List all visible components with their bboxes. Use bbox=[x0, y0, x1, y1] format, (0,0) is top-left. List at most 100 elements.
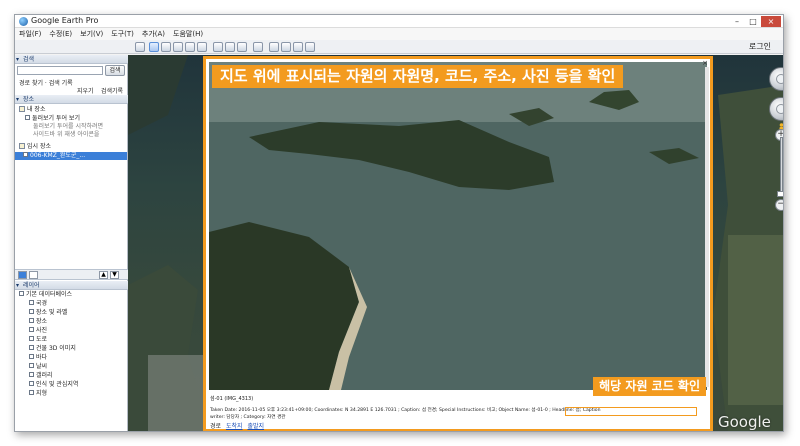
zoom-out-button[interactable]: − bbox=[775, 199, 783, 211]
checkbox[interactable] bbox=[29, 363, 34, 368]
layers-panel-header[interactable]: 레이어 bbox=[15, 281, 128, 290]
layer-item[interactable]: 사진 bbox=[29, 327, 47, 335]
search-input[interactable] bbox=[17, 66, 103, 75]
app-window: Google Earth Pro – □ × 파일(F) 수정(E) 보기(V)… bbox=[14, 14, 784, 432]
search-button[interactable]: 검색 bbox=[105, 65, 125, 76]
checkbox[interactable] bbox=[19, 291, 24, 296]
menu-file[interactable]: 파일(F) bbox=[15, 28, 45, 40]
checkbox[interactable] bbox=[29, 327, 34, 332]
photo-file-name: 섬-01 (IMG_4313) bbox=[210, 396, 254, 402]
maximize-button[interactable]: □ bbox=[745, 16, 761, 27]
layer-item[interactable]: 바다 bbox=[29, 354, 47, 362]
print-icon[interactable] bbox=[281, 42, 291, 52]
checkbox[interactable] bbox=[29, 318, 34, 323]
checkbox[interactable] bbox=[29, 345, 34, 350]
title-bar: Google Earth Pro – □ × bbox=[15, 15, 783, 28]
google-earth-icon bbox=[19, 17, 28, 26]
search-panel-header[interactable]: 검색 bbox=[15, 55, 128, 64]
checkbox[interactable] bbox=[23, 152, 28, 157]
checkbox[interactable] bbox=[29, 372, 34, 377]
list-view-icon[interactable] bbox=[18, 271, 27, 279]
layer-item[interactable]: 날씨 bbox=[29, 363, 47, 371]
directions-from-link[interactable]: 출발지 bbox=[247, 423, 264, 430]
checkbox[interactable] bbox=[29, 390, 34, 395]
menu-tools[interactable]: 도구(T) bbox=[107, 28, 138, 40]
polygon-icon[interactable] bbox=[161, 42, 171, 52]
image-overlay-icon[interactable] bbox=[185, 42, 195, 52]
email-icon[interactable] bbox=[269, 42, 279, 52]
places-panel-header[interactable]: 장소 bbox=[15, 95, 128, 104]
move-joystick[interactable] bbox=[769, 97, 783, 121]
zoom-slider[interactable] bbox=[780, 137, 783, 197]
window-controls: – □ × bbox=[729, 16, 781, 27]
move-icon bbox=[776, 104, 783, 114]
google-earth-logo: Google Earth bbox=[718, 413, 771, 431]
search-history-link[interactable]: 검색기록 bbox=[101, 86, 123, 95]
minimize-button[interactable]: – bbox=[729, 16, 745, 27]
sidebar-toggle-icon[interactable] bbox=[135, 42, 145, 52]
look-joystick[interactable] bbox=[769, 67, 783, 91]
places-item[interactable]: 내 장소 bbox=[19, 106, 45, 114]
checkbox[interactable] bbox=[29, 354, 34, 359]
record-tour-icon[interactable] bbox=[197, 42, 207, 52]
balloon-close-button[interactable]: × bbox=[702, 60, 708, 67]
menu-edit[interactable]: 수정(E) bbox=[45, 28, 76, 40]
close-button[interactable]: × bbox=[761, 16, 781, 27]
checkbox[interactable] bbox=[29, 336, 34, 341]
places-hint: 둘러보기 투어를 시작하려면 bbox=[33, 123, 104, 130]
layer-item[interactable]: 장소 및 라벨 bbox=[29, 309, 67, 317]
industrial-area bbox=[148, 355, 208, 431]
places-item[interactable]: 둘러보기 투어 보기 bbox=[25, 115, 80, 123]
hills bbox=[128, 55, 188, 135]
path-icon[interactable] bbox=[173, 42, 183, 52]
toolbar: 로그인 bbox=[15, 40, 783, 54]
layer-item[interactable]: 인식 및 관심지역 bbox=[29, 381, 78, 389]
checkbox[interactable] bbox=[29, 309, 34, 314]
map-view-icon[interactable] bbox=[29, 271, 38, 279]
folder-icon bbox=[19, 143, 25, 149]
window-title: Google Earth Pro bbox=[31, 16, 99, 25]
zoom-slider-thumb[interactable] bbox=[777, 191, 783, 197]
layer-item[interactable]: 갤러리 bbox=[29, 372, 53, 380]
google-maps-icon[interactable] bbox=[305, 42, 315, 52]
places-hint: 사이드바 위 재생 아이콘을 bbox=[33, 131, 100, 138]
sidebar: 검색 검색 경로 찾기 · 검색 기록 지우기 검색기록 장소 내 장소 둘러보… bbox=[15, 55, 128, 431]
planet-icon[interactable] bbox=[237, 42, 247, 52]
menu-view[interactable]: 보기(V) bbox=[76, 28, 107, 40]
menu-bar: 파일(F) 수정(E) 보기(V) 도구(T) 추가(A) 도움말(H) bbox=[15, 28, 783, 40]
move-up-icon[interactable]: ▲ bbox=[99, 271, 108, 279]
photo-balloon: 지도 위에 표시되는 자원의 자원명, 코드, 주소, 사진 등을 확인 × 해… bbox=[203, 56, 713, 431]
login-button[interactable]: 로그인 bbox=[749, 41, 771, 53]
balloon-scrollbar[interactable] bbox=[705, 67, 709, 387]
ruler-icon[interactable] bbox=[253, 42, 263, 52]
checkbox[interactable] bbox=[29, 381, 34, 386]
places-item[interactable]: 임시 장소 bbox=[19, 143, 51, 151]
checkbox[interactable] bbox=[25, 115, 30, 120]
checkbox[interactable] bbox=[29, 300, 34, 305]
places-controls: ▲ ▼ bbox=[15, 269, 128, 280]
folder-icon bbox=[19, 106, 25, 112]
navigation-controls: + − bbox=[768, 67, 783, 267]
object-name-highlight bbox=[565, 407, 697, 416]
places-item-selected[interactable]: 006-KMZ_완도군_... bbox=[15, 152, 127, 160]
compass-icon bbox=[776, 74, 783, 84]
historical-imagery-icon[interactable] bbox=[213, 42, 223, 52]
directions-to-link[interactable]: 도착지 bbox=[226, 423, 243, 430]
save-image-icon[interactable] bbox=[293, 42, 303, 52]
layer-item[interactable]: 국경 bbox=[29, 300, 47, 308]
directions-links: 경로 도착지 출발지 bbox=[210, 421, 264, 430]
layer-item[interactable]: 지형 bbox=[29, 390, 47, 398]
layer-item[interactable]: 도로 bbox=[29, 336, 47, 344]
placemark-icon[interactable] bbox=[149, 42, 159, 52]
search-clear-link[interactable]: 지우기 bbox=[77, 86, 94, 95]
move-down-icon[interactable]: ▼ bbox=[110, 271, 119, 279]
layer-item[interactable]: 기본 데이터베이스 bbox=[19, 291, 72, 299]
menu-add[interactable]: 추가(A) bbox=[138, 28, 169, 40]
photo-metadata: Taken Date: 2016-11-05 오후 3:23:41+09:00;… bbox=[210, 408, 601, 413]
menu-help[interactable]: 도움말(H) bbox=[169, 28, 207, 40]
search-options[interactable]: 경로 찾기 · 검색 기록 bbox=[19, 78, 73, 87]
layer-item[interactable]: 건물 3D 이미지 bbox=[29, 345, 76, 353]
layer-item[interactable]: 장소 bbox=[29, 318, 47, 326]
directions-label: 경로 bbox=[210, 423, 222, 430]
sunlight-icon[interactable] bbox=[225, 42, 235, 52]
